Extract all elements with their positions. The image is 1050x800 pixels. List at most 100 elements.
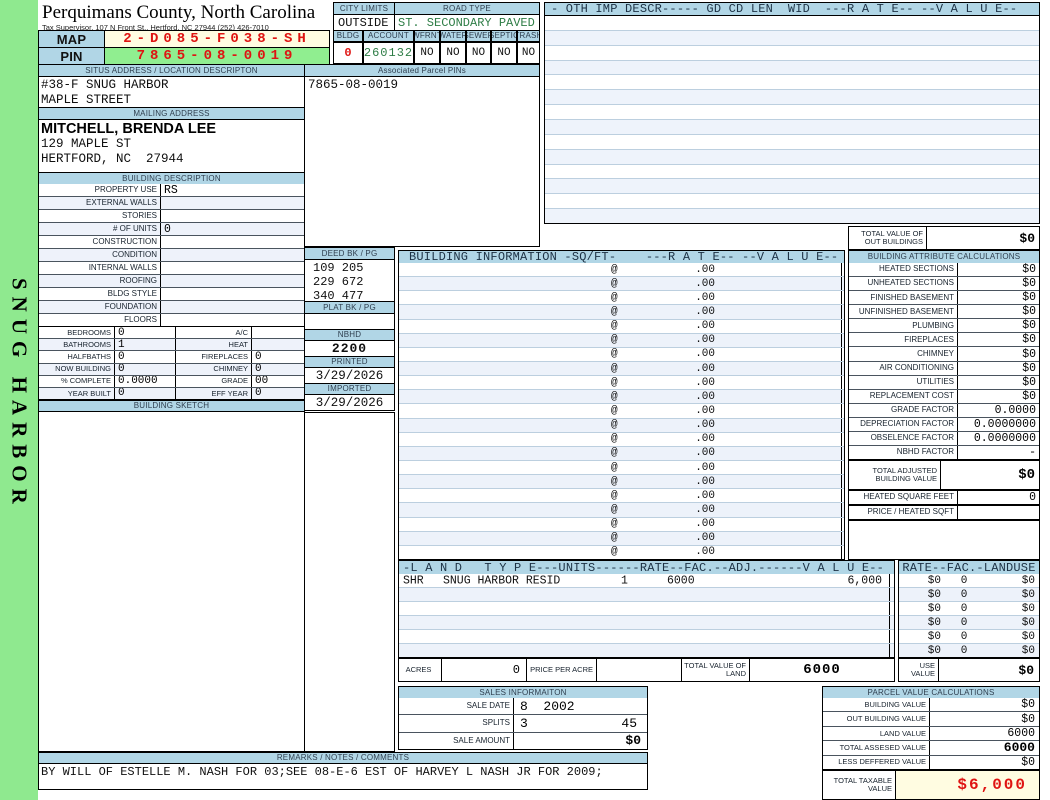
rate-value: .00: [695, 320, 715, 333]
rate-value: .00: [695, 348, 715, 361]
rate-value: .00: [695, 334, 715, 347]
oth-imp-row: [545, 30, 1039, 46]
oth-imp-row: [545, 46, 1039, 61]
landuse-row: $0 0 $0: [899, 630, 1039, 644]
table-row: STORIES: [39, 210, 304, 223]
building-information-header: BUILDING INFORMATION -SQ/FT- ---R A T E-…: [398, 250, 845, 264]
building-information-row: @ .00: [399, 531, 844, 546]
water-header: WATER: [440, 30, 466, 42]
sale-date-value: 8 2002: [520, 698, 575, 714]
sale-amount-label: SALE AMOUNT: [399, 732, 514, 749]
landuse-row: $0 0 $0: [899, 602, 1039, 616]
rate-value: .00: [695, 447, 715, 460]
rate-value: .00: [695, 546, 715, 559]
table-row: PROPERTY USE RS: [39, 184, 304, 197]
rate-value: .00: [695, 390, 715, 403]
total-taxable-row: TOTAL TAXABLE VALUE $6,000: [822, 770, 1040, 800]
oth-imp-header: - OTH IMP DESCR----- GD CD LEN WID ---R …: [544, 2, 1040, 16]
printed-value: 3/29/2026: [304, 367, 395, 384]
sewer-value: NO: [466, 42, 491, 64]
out-buildings-value: $0: [1019, 230, 1035, 246]
sales-table: SALE DATE 8 2002 SPLITS 3 45 SALE AMOUNT…: [398, 698, 648, 750]
county-header: Perquimans County, North Carolina Tax Su…: [42, 2, 334, 32]
table-row: HEATED SECTIONS $0: [849, 263, 1039, 278]
sale-amount-row: SALE AMOUNT $0: [399, 732, 647, 749]
neighborhood-name: SNUG HARBOR: [7, 278, 32, 511]
building-information-row: @ .00: [399, 418, 844, 433]
oth-imp-row: [545, 194, 1039, 210]
use-value-row: USE VALUE $0: [898, 658, 1040, 682]
rate-value: .00: [695, 305, 715, 318]
landuse-value: $0: [1021, 616, 1035, 629]
landuse-rows: $0 0 $0 $0 0 $0 $0 0 $0 $0 0 $0 $0 0 $0 …: [898, 574, 1040, 658]
landuse-row: $0 0 $0: [899, 574, 1039, 588]
rate-at-symbol: @: [611, 518, 618, 531]
sale-amount-value: $0: [625, 733, 641, 749]
acres-value: 0: [441, 659, 526, 681]
sale-date-row: SALE DATE 8 2002: [399, 698, 647, 716]
table-row: TOTAL ASSESED VALUE 6000: [823, 741, 1039, 756]
mailing-line2: HERTFORD, NC 27944: [41, 152, 184, 166]
splits-value: 3 45: [514, 715, 647, 731]
sale-date-label: SALE DATE: [399, 698, 514, 715]
situs-box: #38-F SNUG HARBOR MAPLE STREET: [38, 76, 305, 108]
rate-value: .00: [695, 277, 715, 290]
landuse-value: $0: [1021, 588, 1035, 601]
price-sqft-label: PRICE / HEATED SQFT: [867, 507, 954, 517]
rate-at-symbol: @: [611, 419, 618, 432]
rate-at-symbol: @: [611, 263, 618, 276]
rate-at-symbol: @: [611, 503, 618, 516]
rate-at-symbol: @: [611, 404, 618, 417]
account-value: 260132: [363, 42, 414, 64]
land-value: 6,000: [847, 574, 882, 587]
mailing-box: MITCHELL, BRENDA LEE 129 MAPLE ST HERTFO…: [38, 119, 305, 173]
land-rate: 6000: [667, 574, 695, 587]
total-land-label: TOTAL VALUE OF LAND: [681, 659, 749, 681]
table-row: OUT BUILDING VALUE $0: [823, 712, 1039, 727]
building-information-row: @ .00: [399, 404, 844, 419]
table-row: LESS DEFFERED VALUE $0: [823, 755, 1039, 769]
attribute-calcs-header: BUILDING ATTRIBUTE CALCULATIONS: [848, 250, 1040, 264]
oth-imp-row: [545, 16, 1039, 31]
building-information-row: @ .00: [399, 333, 844, 348]
building-information-row: @ .00: [399, 475, 844, 490]
landuse-header: RATE--FAC.-LANDUSE: [898, 560, 1040, 575]
land-rows: SHR SNUG HARBOR RESID 1 6000 6,000: [398, 574, 895, 658]
landuse-fac: 0: [960, 574, 968, 587]
page-title: Perquimans County, North Carolina: [42, 2, 316, 23]
deed-box: 109 205 229 672 340 477: [304, 259, 395, 302]
total-taxable-value: $6,000: [896, 771, 1039, 799]
rate-value: .00: [695, 489, 715, 502]
heated-square-feet-row: HEATED SQUARE FEET 0: [848, 490, 1040, 505]
total-taxable-label: TOTAL TAXABLE VALUE: [823, 771, 896, 799]
oth-imp-row: [545, 75, 1039, 91]
table-row: YEAR BUILT 0 EFF YEAR 0: [39, 387, 304, 399]
water-value: NO: [440, 42, 466, 64]
mid-empty-box: [304, 412, 395, 752]
rate-value: .00: [695, 503, 715, 516]
bldg-value: 0: [333, 42, 363, 64]
total-land-value: 6000: [749, 659, 894, 681]
table-row: DEPRECIATION FACTOR 0.0000000: [849, 417, 1039, 432]
land-row: [399, 630, 894, 644]
building-information-row: @ .00: [399, 291, 844, 306]
building-stats-table: BEDROOMS 0 A/C BATHROOMS 1 HEAT HALFBATHS 0 FI…: [38, 327, 305, 400]
bldg-header: BLDG: [333, 30, 363, 42]
splits-value-1: 3: [520, 715, 528, 731]
building-information-row: @ .00: [399, 305, 844, 320]
rate-value: .00: [695, 518, 715, 531]
road-type-value: ST. SECONDARY PAVED: [394, 14, 540, 31]
rate-value: .00: [695, 532, 715, 545]
building-information-rows: @ .00 @ .00 @ .00 @ .00 @ .00 @ .00 @ .0…: [398, 263, 845, 560]
price-per-acre-label: PRICE PER ACRE: [526, 659, 596, 681]
landuse-rate: $0: [927, 574, 941, 587]
out-buildings-label: TOTAL VALUE OF OUT BUILDINGS: [849, 227, 927, 249]
table-row: UNHEATED SECTIONS $0: [849, 277, 1039, 292]
table-row: GRADE FACTOR 0.0000: [849, 403, 1039, 418]
table-row: INTERNAL WALLS: [39, 262, 304, 275]
pin-value: 7865-08-0019: [104, 47, 330, 65]
oth-imp-row: [545, 149, 1039, 165]
price-heated-sqft-row: PRICE / HEATED SQFT: [848, 505, 1040, 520]
rate-at-symbol: @: [611, 320, 618, 333]
rate-at-symbol: @: [611, 546, 618, 559]
